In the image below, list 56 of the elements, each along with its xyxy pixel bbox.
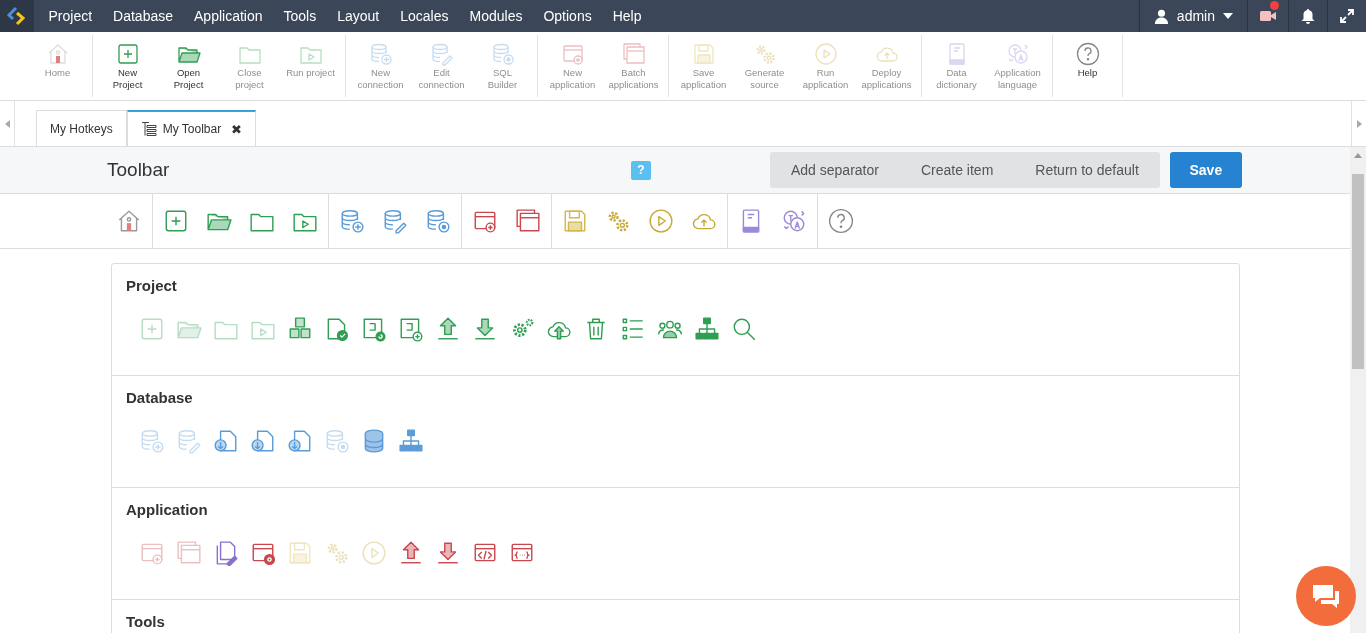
database-pencil-icon xyxy=(429,42,454,66)
toolbar-button[interactable]: Help xyxy=(1057,35,1118,97)
toolbar-button[interactable]: Open Project xyxy=(158,35,219,97)
tab[interactable]: My Hotkeys xyxy=(36,110,127,146)
chat-button[interactable] xyxy=(1296,566,1356,626)
save-button[interactable]: Save xyxy=(1169,152,1242,188)
windows-icon xyxy=(515,208,541,234)
right-arrow-icon xyxy=(1356,119,1362,128)
window-plus-icon xyxy=(560,42,585,66)
tab[interactable]: My Toolbar ✖ xyxy=(126,110,257,146)
action-button[interactable]: Create item xyxy=(899,152,1015,188)
logo-icon[interactable] xyxy=(6,5,28,27)
user-icon xyxy=(1153,8,1169,24)
menu-item[interactable]: Tools xyxy=(273,0,327,32)
menu-item[interactable]: Locales xyxy=(389,0,459,32)
action-button[interactable]: Return to default xyxy=(1014,152,1160,188)
menu-item[interactable]: Project xyxy=(38,0,103,32)
left-arrow-icon xyxy=(4,119,10,128)
menu-item[interactable]: Help xyxy=(602,0,652,32)
caret-icon[interactable] xyxy=(1223,13,1233,19)
database-badge-icon xyxy=(425,208,451,234)
close-tab-button[interactable]: ✖ xyxy=(231,121,243,137)
play-circle-icon xyxy=(648,208,674,234)
house-icon xyxy=(116,208,142,234)
user-name[interactable]: admin xyxy=(1176,8,1215,24)
page-title: Toolbar xyxy=(107,159,171,181)
scrollbar[interactable] xyxy=(1350,147,1366,633)
video-camera-icon[interactable] xyxy=(1260,10,1276,22)
plus-square-icon xyxy=(115,42,140,66)
toolbar-button[interactable]: New Project xyxy=(97,35,158,97)
section-title: Application xyxy=(126,501,209,518)
section-title: Tools xyxy=(126,613,166,630)
action-button[interactable]: Add separator xyxy=(770,152,900,188)
section-title: Database xyxy=(126,389,194,406)
section-title: Project xyxy=(126,277,178,294)
database-badge-icon xyxy=(490,42,515,66)
play-circle-icon xyxy=(813,42,838,66)
bell-icon[interactable] xyxy=(1301,8,1315,24)
menu-item[interactable]: Layout xyxy=(326,0,390,32)
translate-icon xyxy=(781,208,807,234)
scroll-up-icon xyxy=(1354,153,1362,158)
menu-item[interactable]: Modules xyxy=(459,0,533,32)
plus-square-icon xyxy=(163,208,189,234)
help-icon xyxy=(1075,42,1100,66)
database-plus-icon xyxy=(368,42,393,66)
database-plus-icon xyxy=(339,208,365,234)
windows-icon xyxy=(621,42,646,66)
expand-icon[interactable] xyxy=(1340,9,1354,23)
database-pencil-icon xyxy=(382,208,408,234)
menu-item[interactable]: Database xyxy=(102,0,184,32)
menu-item[interactable]: Application xyxy=(183,0,273,32)
help-icon xyxy=(828,208,854,234)
chat-bubble-icon xyxy=(1311,583,1341,609)
menu-item[interactable]: Options xyxy=(532,0,603,32)
toolbar-list-icon xyxy=(140,121,157,137)
translate-icon xyxy=(1005,42,1030,66)
